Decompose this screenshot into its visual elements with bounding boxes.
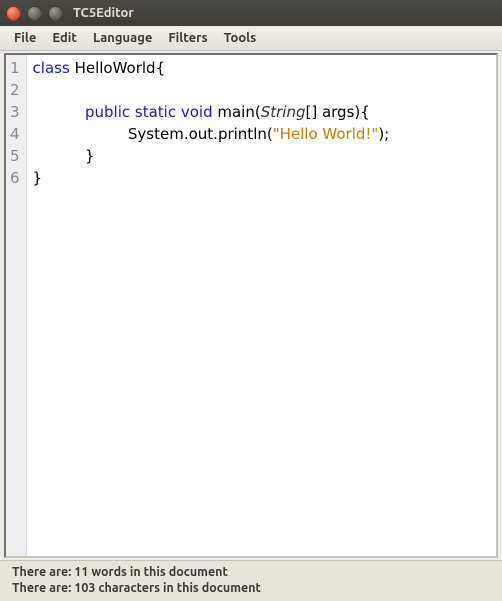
line-number: 3 xyxy=(10,101,20,123)
minimize-icon[interactable] xyxy=(27,6,42,21)
editor-frame: 123456 class HelloWorld{ public static v… xyxy=(4,53,498,558)
line-number: 6 xyxy=(10,167,20,189)
status-chars: There are: 103 characters in this docume… xyxy=(12,580,490,596)
app-window: TC5Editor File Edit Language Filters Too… xyxy=(0,0,502,601)
menu-language[interactable]: Language xyxy=(85,29,160,47)
code-line[interactable]: class HelloWorld{ xyxy=(33,57,490,79)
titlebar: TC5Editor xyxy=(0,0,502,26)
line-number: 4 xyxy=(10,123,20,145)
menu-filters[interactable]: Filters xyxy=(160,29,215,47)
menubar: File Edit Language Filters Tools xyxy=(0,26,502,51)
code-line[interactable]: } xyxy=(33,167,490,189)
code-area[interactable]: class HelloWorld{ public static void mai… xyxy=(27,55,496,556)
line-number: 1 xyxy=(10,57,20,79)
maximize-icon[interactable] xyxy=(48,6,63,21)
line-number: 5 xyxy=(10,145,20,167)
code-line[interactable] xyxy=(33,79,490,101)
code-line[interactable]: } xyxy=(33,145,490,167)
statusbar: There are: 11 words in this document The… xyxy=(0,560,502,601)
menu-file[interactable]: File xyxy=(6,29,44,47)
status-words: There are: 11 words in this document xyxy=(12,564,490,580)
code-line[interactable]: System.out.println("Hello World!"); xyxy=(33,123,490,145)
menu-tools[interactable]: Tools xyxy=(216,29,265,47)
close-icon[interactable] xyxy=(6,6,21,21)
line-number: 2 xyxy=(10,79,20,101)
window-title: TC5Editor xyxy=(73,6,134,20)
code-line[interactable]: public static void main(String[] args){ xyxy=(33,101,490,123)
menu-edit[interactable]: Edit xyxy=(44,29,85,47)
line-number-gutter: 123456 xyxy=(6,55,27,556)
